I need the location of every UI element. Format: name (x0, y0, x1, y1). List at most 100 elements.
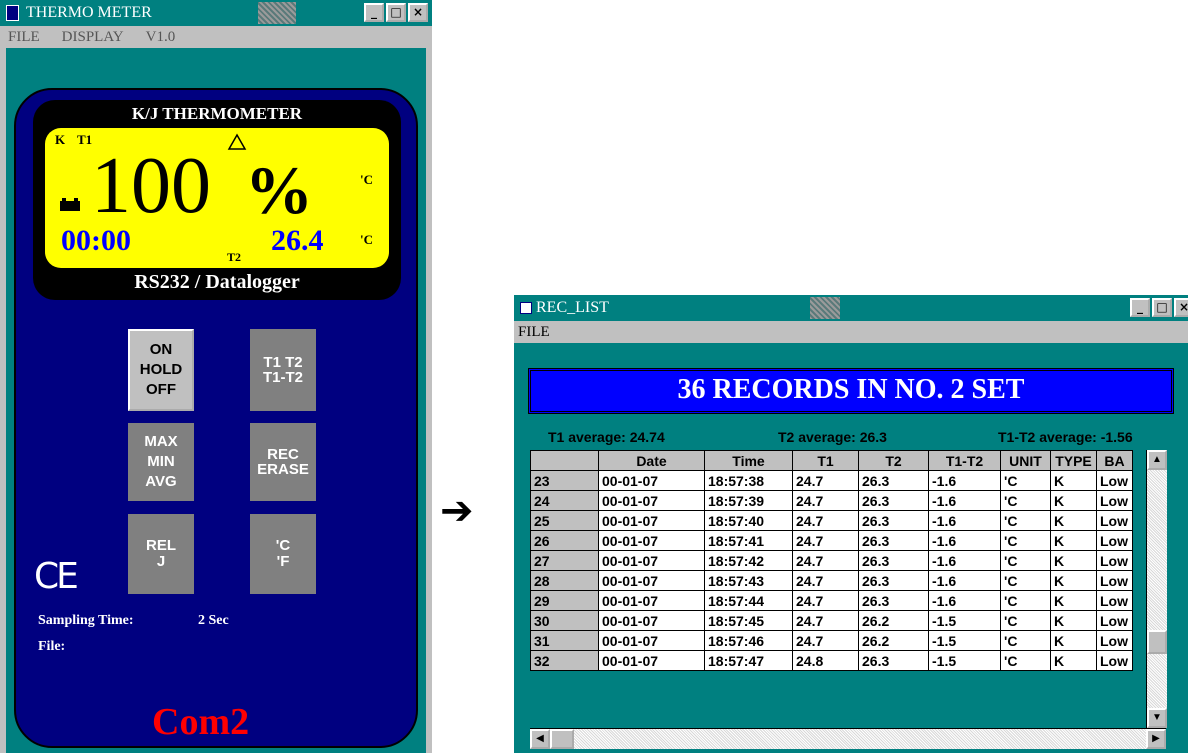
table-cell[interactable]: 18:57:46 (704, 630, 793, 651)
scroll-right-icon[interactable]: ▶ (1146, 729, 1166, 749)
table-cell[interactable]: 26.3 (858, 550, 929, 571)
column-header[interactable]: T1 (792, 450, 859, 471)
table-cell[interactable]: 00-01-07 (598, 630, 705, 651)
table-cell[interactable]: Low (1096, 510, 1133, 531)
table-cell[interactable]: K (1050, 490, 1097, 511)
rel-button[interactable]: REL J (128, 514, 194, 594)
row-number-cell[interactable]: 29 (530, 590, 599, 611)
table-row[interactable]: 32 00-01-07 18:57:47 24.8 26.3 -1.5 'C K Low (530, 650, 1133, 671)
table-cell[interactable]: 18:57:43 (704, 570, 793, 591)
table-cell[interactable]: Low (1096, 490, 1133, 511)
menu-file[interactable]: FILE (518, 324, 550, 340)
power-hold-button[interactable]: ON HOLD OFF (128, 329, 194, 411)
table-cell[interactable]: 'C (1000, 570, 1051, 591)
table-row[interactable]: 29 00-01-07 18:57:44 24.7 26.3 -1.6 'C K Low (530, 590, 1133, 611)
table-cell[interactable]: -1.5 (928, 650, 1001, 671)
table-cell[interactable]: K (1050, 610, 1097, 631)
table-cell[interactable]: Low (1096, 650, 1133, 671)
horizontal-scrollbar[interactable]: ◀ ▶ (530, 728, 1166, 749)
table-cell[interactable]: 18:57:44 (704, 590, 793, 611)
table-cell[interactable]: 24.7 (792, 530, 859, 551)
table-cell[interactable]: Low (1096, 590, 1133, 611)
table-cell[interactable]: 00-01-07 (598, 510, 705, 531)
table-cell[interactable]: K (1050, 650, 1097, 671)
table-row[interactable]: 28 00-01-07 18:57:43 24.7 26.3 -1.6 'C K Low (530, 570, 1133, 591)
table-cell[interactable]: 26.2 (858, 610, 929, 631)
table-cell[interactable]: 26.3 (858, 530, 929, 551)
table-row[interactable]: 26 00-01-07 18:57:41 24.7 26.3 -1.6 'C K Low (530, 530, 1133, 551)
table-cell[interactable]: 18:57:39 (704, 490, 793, 511)
table-cell[interactable]: 26.3 (858, 650, 929, 671)
row-number-cell[interactable]: 24 (530, 490, 599, 511)
table-cell[interactable]: 00-01-07 (598, 530, 705, 551)
table-cell[interactable]: 24.8 (792, 650, 859, 671)
minimize-button[interactable]: _ (1130, 298, 1150, 317)
table-cell[interactable]: -1.6 (928, 510, 1001, 531)
table-row[interactable]: 31 00-01-07 18:57:46 24.7 26.2 -1.5 'C K Low (530, 630, 1133, 651)
table-cell[interactable]: Low (1096, 630, 1133, 651)
row-number-cell[interactable]: 27 (530, 550, 599, 571)
table-cell[interactable]: 26.2 (858, 630, 929, 651)
table-cell[interactable]: 'C (1000, 550, 1051, 571)
row-number-cell[interactable]: 30 (530, 610, 599, 631)
table-cell[interactable]: 'C (1000, 530, 1051, 551)
close-button[interactable]: × (1174, 298, 1188, 317)
rec-erase-button[interactable]: REC ERASE (250, 423, 316, 501)
table-cell[interactable]: 'C (1000, 650, 1051, 671)
table-row[interactable]: 23 00-01-07 18:57:38 24.7 26.3 -1.6 'C K Low (530, 470, 1133, 491)
table-cell[interactable]: -1.6 (928, 530, 1001, 551)
unit-toggle-button[interactable]: 'C 'F (250, 514, 316, 594)
table-cell[interactable]: 00-01-07 (598, 570, 705, 591)
table-cell[interactable]: 18:57:42 (704, 550, 793, 571)
reclist-titlebar[interactable]: REC_LIST _ □ × (514, 295, 1188, 321)
table-cell[interactable]: 'C (1000, 510, 1051, 531)
column-header[interactable]: BA (1096, 450, 1133, 471)
table-cell[interactable]: 00-01-07 (598, 470, 705, 491)
table-cell[interactable]: 00-01-07 (598, 490, 705, 511)
thermometer-app-icon[interactable] (6, 5, 19, 21)
table-cell[interactable]: 18:57:45 (704, 610, 793, 631)
table-cell[interactable]: 24.7 (792, 610, 859, 631)
row-number-cell[interactable]: 28 (530, 570, 599, 591)
thermo-titlebar[interactable]: THERMO METER _ □ × (0, 0, 432, 26)
table-cell[interactable]: 'C (1000, 490, 1051, 511)
table-cell[interactable]: 24.7 (792, 510, 859, 531)
maximize-button[interactable]: □ (1152, 298, 1172, 317)
scroll-down-icon[interactable]: ▼ (1147, 708, 1167, 728)
table-cell[interactable]: K (1050, 550, 1097, 571)
scroll-left-icon[interactable]: ◀ (530, 729, 550, 749)
hscroll-thumb[interactable] (550, 729, 574, 749)
close-button[interactable]: × (408, 3, 428, 22)
scroll-up-icon[interactable]: ▲ (1147, 450, 1167, 470)
row-number-cell[interactable]: 26 (530, 530, 599, 551)
table-cell[interactable]: Low (1096, 470, 1133, 491)
maximize-button[interactable]: □ (386, 3, 406, 22)
table-cell[interactable]: 'C (1000, 610, 1051, 631)
scroll-thumb[interactable] (1147, 630, 1167, 654)
table-row[interactable]: 27 00-01-07 18:57:42 24.7 26.3 -1.6 'C K Low (530, 550, 1133, 571)
table-cell[interactable]: 24.7 (792, 490, 859, 511)
table-cell[interactable]: 00-01-07 (598, 610, 705, 631)
row-number-cell[interactable]: 25 (530, 510, 599, 531)
table-row[interactable]: 25 00-01-07 18:57:40 24.7 26.3 -1.6 'C K Low (530, 510, 1133, 531)
row-number-cell[interactable]: 31 (530, 630, 599, 651)
table-row[interactable]: 30 00-01-07 18:57:45 24.7 26.2 -1.5 'C K Low (530, 610, 1133, 631)
channel-button[interactable]: T1 T2 T1-T2 (250, 329, 316, 411)
table-cell[interactable]: K (1050, 510, 1097, 531)
table-cell[interactable]: Low (1096, 610, 1133, 631)
table-cell[interactable]: K (1050, 530, 1097, 551)
table-cell[interactable]: -1.5 (928, 610, 1001, 631)
minimize-button[interactable]: _ (364, 3, 384, 22)
menu-version[interactable]: V1.0 (146, 29, 176, 45)
table-cell[interactable]: 26.3 (858, 590, 929, 611)
table-cell[interactable]: 18:57:40 (704, 510, 793, 531)
column-header[interactable]: TYPE (1050, 450, 1097, 471)
table-cell[interactable]: -1.6 (928, 550, 1001, 571)
table-cell[interactable]: 18:57:41 (704, 530, 793, 551)
row-number-cell[interactable]: 23 (530, 470, 599, 491)
column-header[interactable]: T2 (858, 450, 929, 471)
table-cell[interactable]: K (1050, 630, 1097, 651)
column-header[interactable]: Time (704, 450, 793, 471)
table-cell[interactable]: -1.6 (928, 470, 1001, 491)
table-cell[interactable]: -1.5 (928, 630, 1001, 651)
